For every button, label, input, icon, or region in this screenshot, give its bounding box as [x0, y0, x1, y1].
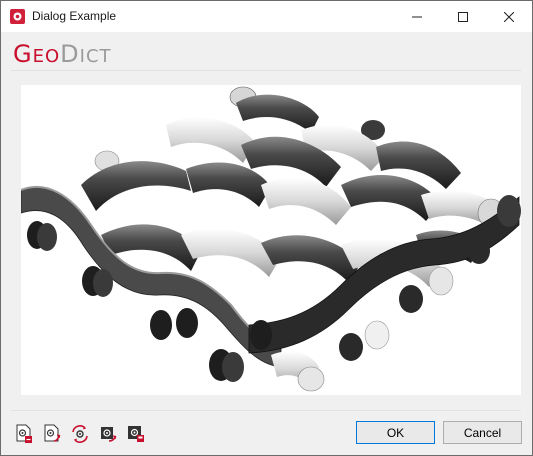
geodict-logo: GEODICT	[13, 40, 112, 68]
close-icon	[504, 11, 514, 22]
close-button[interactable]	[486, 1, 532, 32]
structure-viewport[interactable]	[21, 85, 521, 395]
logo-geo-initial: G	[13, 40, 33, 68]
reset-icon	[72, 425, 88, 443]
logo-geo-rest: EO	[32, 46, 61, 67]
settings-import-button[interactable]	[41, 423, 63, 445]
footer-divider	[11, 410, 521, 411]
woven-mesh-render	[21, 86, 521, 392]
minimize-button[interactable]	[394, 1, 440, 32]
logo-dict-initial: D	[60, 40, 80, 68]
settings-import-icon	[44, 424, 61, 442]
minimize-icon	[412, 16, 422, 17]
load-settings-button[interactable]	[97, 423, 119, 445]
save-settings-button[interactable]	[125, 423, 147, 445]
settings-export-icon	[16, 424, 32, 443]
cancel-button[interactable]: Cancel	[443, 421, 522, 444]
load-settings-icon	[101, 427, 117, 442]
ok-button[interactable]: OK	[356, 421, 435, 444]
window-title: Dialog Example	[32, 9, 117, 23]
dialog-window: Dialog Example GEODICT OK Cancel	[0, 0, 533, 456]
header-divider	[11, 70, 521, 71]
save-settings-icon	[128, 426, 144, 442]
logo-dict-rest: ICT	[79, 46, 112, 67]
title-bar[interactable]: Dialog Example	[1, 1, 532, 32]
settings-export-button[interactable]	[13, 423, 35, 445]
geodict-app-icon	[10, 9, 25, 24]
reset-button[interactable]	[69, 423, 91, 445]
maximize-icon	[458, 11, 468, 22]
maximize-button[interactable]	[440, 1, 486, 32]
